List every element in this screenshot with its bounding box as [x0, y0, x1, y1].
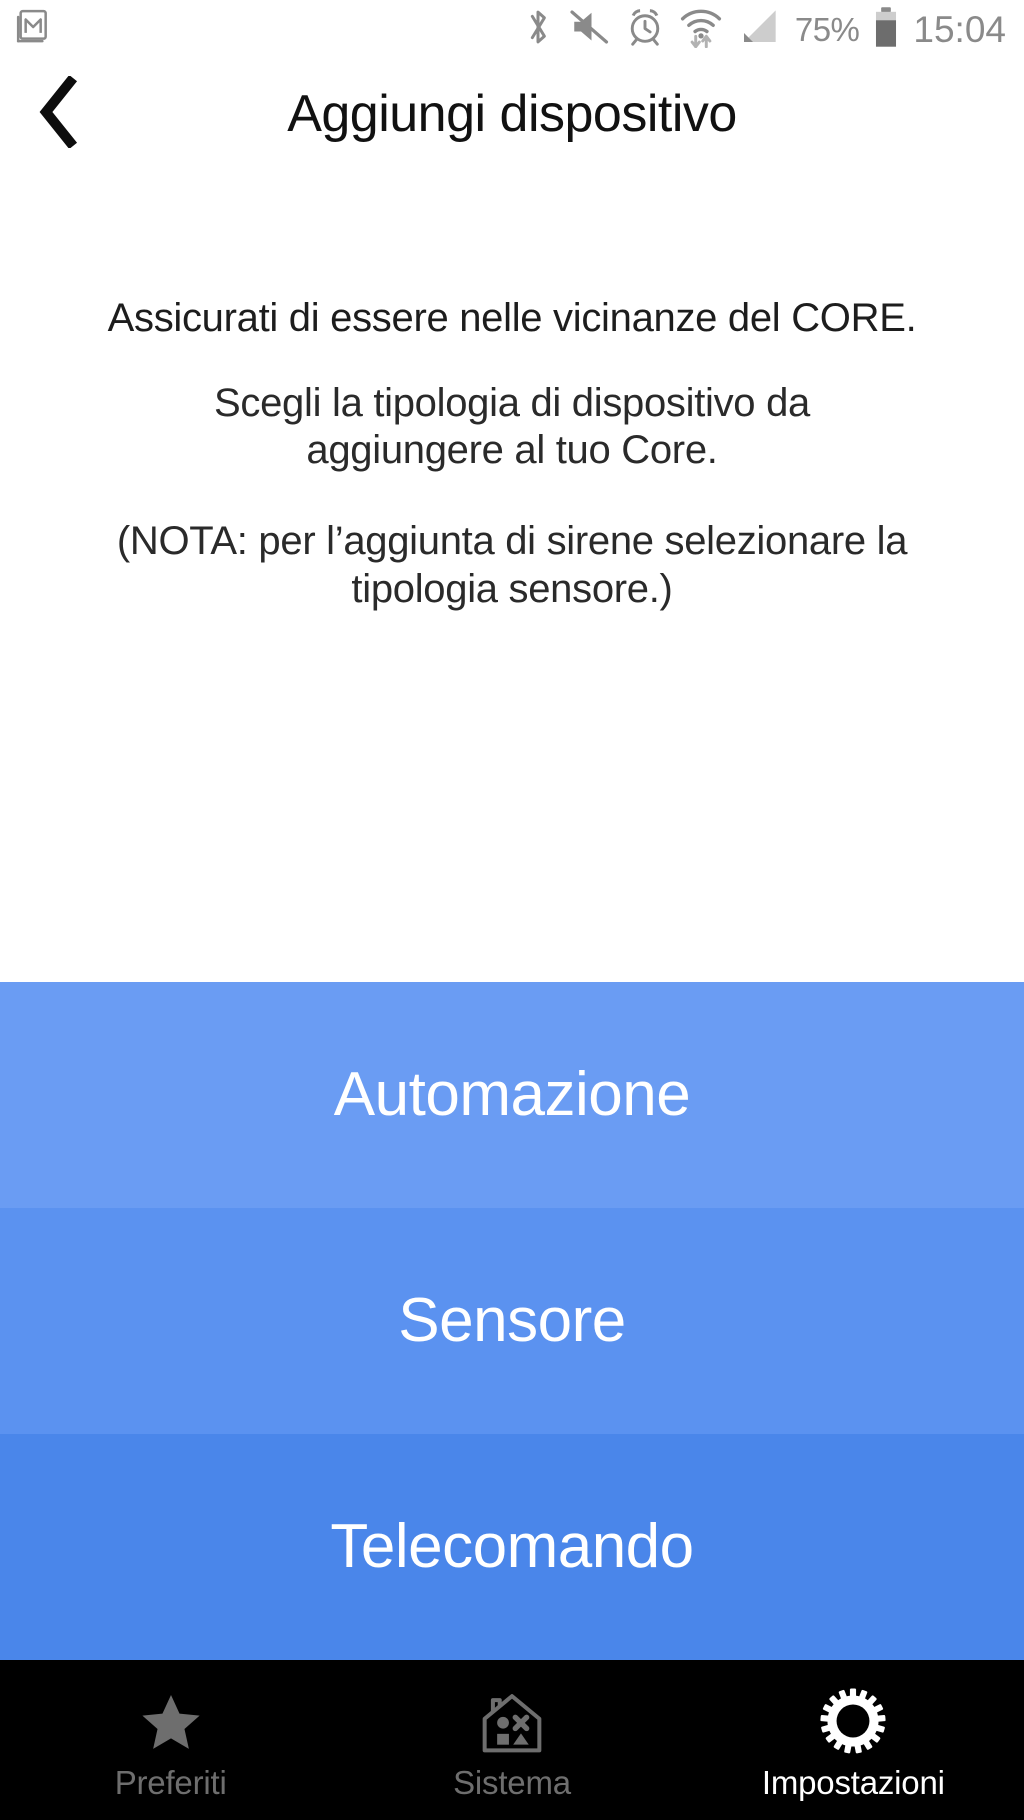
bluetooth-icon [521, 7, 555, 52]
nav-item-preferiti[interactable]: Preferiti [0, 1660, 341, 1820]
nav-item-label: Preferiti [114, 1763, 227, 1801]
status-bar-notifications [14, 7, 54, 52]
star-icon [137, 1682, 205, 1756]
battery-icon [873, 6, 899, 53]
option-label: Telecomando [330, 1512, 694, 1581]
instructions-panel: Assicurati di essere nelle vicinanze del… [0, 170, 1024, 613]
option-label: Automazione [333, 1060, 691, 1129]
status-bar: 75% 15:04 [0, 0, 1024, 58]
volume-muted-icon [569, 7, 611, 52]
nav-item-sistema[interactable]: Sistema [341, 1660, 682, 1820]
nav-item-label: Sistema [453, 1763, 571, 1801]
alarm-clock-icon [625, 7, 665, 52]
wifi-data-transfer-icon [679, 6, 723, 53]
status-bar-clock: 15:04 [913, 8, 1006, 50]
option-telecomando[interactable]: Telecomando [0, 1434, 1024, 1660]
option-automazione[interactable]: Automazione [0, 982, 1024, 1208]
option-sensore[interactable]: Sensore [0, 1208, 1024, 1434]
cellular-signal-icon [737, 7, 781, 52]
choose-device-type-text: Scegli la tipologia di dispositivo da ag… [214, 381, 810, 473]
nav-item-label: Impostazioni [761, 1763, 945, 1801]
gear-icon [817, 1682, 889, 1756]
back-chevron-icon [35, 74, 85, 153]
option-label: Sensore [398, 1286, 626, 1355]
gmail-icon [14, 7, 54, 52]
bottom-navigation-bar: Preferiti Sistema Impostazioni [0, 1660, 1024, 1820]
page-title: Aggiungi dispositivo [287, 85, 737, 143]
proximity-instruction-text: Assicurati di essere nelle vicinanze del… [107, 296, 917, 340]
siren-note-text: (NOTA: per l’aggiunta di sirene selezion… [116, 519, 908, 611]
app-header: Aggiungi dispositivo [0, 58, 1024, 170]
status-bar-system-icons: 75% 15:04 [521, 6, 1006, 53]
device-type-options: Automazione Sensore Telecomando [0, 613, 1024, 1660]
phone-screen: 75% 15:04 Aggiungi dispositivo Assicurat… [0, 0, 1024, 1820]
back-button[interactable] [0, 58, 120, 170]
house-shapes-icon [476, 1682, 548, 1756]
nav-item-impostazioni[interactable]: Impostazioni [683, 1660, 1024, 1820]
battery-percent-label: 75% [794, 10, 860, 48]
